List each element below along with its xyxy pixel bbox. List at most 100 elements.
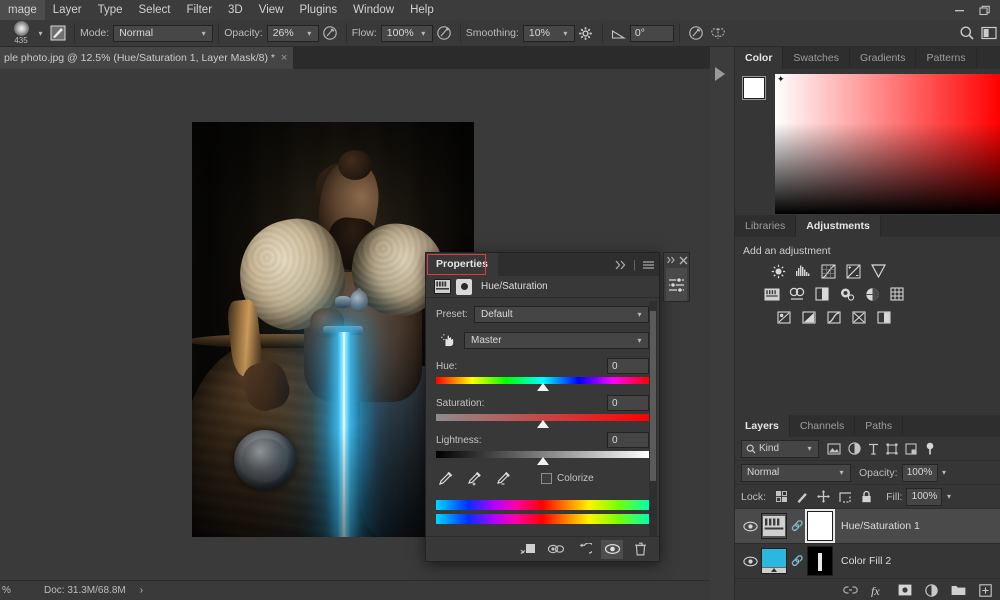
menu-item-select[interactable]: Select <box>131 0 179 20</box>
layer-thumbnail-adjustment[interactable] <box>761 513 787 539</box>
properties-floating-panel[interactable]: Properties | Hue/Saturation Preset: Defa… <box>425 252 660 562</box>
eyedropper-add-icon[interactable] <box>467 470 483 486</box>
color-lookup-icon[interactable] <box>888 286 906 302</box>
menu-item-filter[interactable]: Filter <box>178 0 220 20</box>
pressure-opacity-toggle-icon[interactable] <box>319 23 341 44</box>
shape-filter-icon[interactable] <box>886 443 898 455</box>
close-icon[interactable] <box>679 256 688 265</box>
chevron-down-icon[interactable]: ▾ <box>942 492 955 501</box>
view-previous-state-icon[interactable] <box>545 540 567 559</box>
channel-mixer-icon[interactable] <box>863 286 881 302</box>
tab-properties[interactable]: Properties <box>426 253 498 276</box>
new-adjustment-icon[interactable] <box>925 583 938 597</box>
eyedropper-icon[interactable] <box>438 470 454 486</box>
add-mask-icon[interactable] <box>898 584 912 596</box>
new-group-icon[interactable] <box>951 584 966 596</box>
on-image-adjustment-hand-icon[interactable] <box>436 332 458 349</box>
airbrush-toggle-icon[interactable] <box>433 23 455 44</box>
new-layer-icon[interactable] <box>979 583 992 597</box>
adjustment-filter-icon[interactable] <box>848 442 861 455</box>
close-icon[interactable]: × <box>281 52 287 64</box>
menu-item-window[interactable]: Window <box>345 0 402 20</box>
menu-item-type[interactable]: Type <box>90 0 131 20</box>
hue-value[interactable]: 0 <box>607 358 649 374</box>
mask-link-icon[interactable]: 🔗 <box>791 556 803 567</box>
layer-visibility-toggle-icon[interactable] <box>739 556 761 567</box>
clip-to-layer-icon[interactable] <box>517 540 539 559</box>
smart-object-filter-icon[interactable] <box>905 442 917 455</box>
tab-layers[interactable]: Layers <box>735 415 790 437</box>
brush-settings-panel-icon[interactable] <box>47 23 69 44</box>
hue-saturation-icon[interactable] <box>763 286 781 302</box>
dock-collapse-column[interactable] <box>710 47 735 600</box>
levels-icon[interactable] <box>794 263 812 279</box>
color-balance-icon[interactable] <box>788 286 806 302</box>
toggle-visibility-icon[interactable] <box>601 539 623 559</box>
tab-channels[interactable]: Channels <box>789 415 856 437</box>
minimize-button[interactable] <box>946 0 972 20</box>
menu-item-3d[interactable]: 3D <box>220 0 251 20</box>
saturation-value[interactable]: 0 <box>607 395 649 411</box>
lock-image-pixels-icon[interactable] <box>796 491 808 503</box>
layer-thumbnail-color-fill[interactable] <box>761 548 787 574</box>
vibrance-icon[interactable] <box>869 263 887 279</box>
layer-visibility-toggle-icon[interactable] <box>739 521 761 532</box>
eyedropper-subtract-icon[interactable] <box>496 470 512 486</box>
properties-scrollbar[interactable] <box>649 301 657 536</box>
brush-angle-input[interactable]: 0° <box>629 24 674 42</box>
reset-icon[interactable] <box>573 540 595 559</box>
layer-style-fx-icon[interactable]: fx <box>871 584 885 597</box>
layer-blend-mode-select[interactable]: Normal ▾ <box>741 463 851 482</box>
curves-icon[interactable] <box>819 263 837 279</box>
restore-button[interactable] <box>972 0 998 20</box>
expand-panels-arrow-icon[interactable] <box>715 67 725 81</box>
invert-icon[interactable] <box>775 309 793 325</box>
lightness-value[interactable]: 0 <box>607 432 649 448</box>
symmetry-butterfly-icon[interactable] <box>707 23 729 44</box>
brush-angle-icon[interactable] <box>608 23 630 44</box>
chevron-down-icon[interactable]: ▾ <box>938 468 951 477</box>
menu-item-help[interactable]: Help <box>402 0 442 20</box>
colorize-checkbox-group[interactable]: Colorize <box>541 472 594 484</box>
menu-item-view[interactable]: View <box>251 0 292 20</box>
brightness-contrast-icon[interactable] <box>769 263 787 279</box>
saturation-slider-track[interactable] <box>436 414 649 428</box>
tab-gradients[interactable]: Gradients <box>849 47 917 69</box>
type-filter-icon[interactable] <box>868 443 879 455</box>
lightness-slider-track[interactable] <box>436 451 649 465</box>
delete-icon[interactable] <box>629 540 651 559</box>
properties-detached-controls[interactable] <box>663 252 690 302</box>
tab-adjustments[interactable]: Adjustments <box>796 215 881 237</box>
smoothing-input[interactable]: 10% ▾ <box>522 24 575 42</box>
collapse-icon[interactable] <box>666 256 676 264</box>
hue-slider-track[interactable] <box>436 377 649 391</box>
lock-artboard-icon[interactable] <box>839 491 852 503</box>
document-tab[interactable]: ple photo.jpg @ 12.5% (Hue/Saturation 1,… <box>0 47 294 69</box>
foreground-color-swatch[interactable] <box>742 76 766 100</box>
threshold-icon[interactable] <box>825 309 843 325</box>
flow-input[interactable]: 100% ▾ <box>380 24 433 42</box>
symmetry-pressure-icon[interactable] <box>685 23 707 44</box>
collapse-panel-icon[interactable] <box>614 260 627 270</box>
color-ramp[interactable] <box>775 74 1000 214</box>
pixel-filter-icon[interactable] <box>827 442 841 455</box>
spectrum-bar-bottom[interactable] <box>436 514 649 524</box>
colorize-checkbox[interactable] <box>541 472 552 484</box>
brush-preset-preview[interactable]: 435 <box>8 21 34 45</box>
tab-swatches[interactable]: Swatches <box>783 47 850 69</box>
properties-scrollbar-thumb[interactable] <box>650 311 656 481</box>
lock-all-icon[interactable] <box>861 490 872 503</box>
saturation-slider-thumb[interactable] <box>536 420 549 428</box>
status-zoom-value[interactable]: % <box>0 585 34 596</box>
link-layers-icon[interactable] <box>843 585 858 595</box>
menu-item-plugins[interactable]: Plugins <box>291 0 345 20</box>
layer-row-hue-saturation-1[interactable]: 🔗 Hue/Saturation 1 <box>735 509 1000 544</box>
lock-transparent-pixels-icon[interactable] <box>776 491 788 502</box>
opacity-input[interactable]: 26% ▾ <box>266 24 319 42</box>
smoothing-options-gear-icon[interactable] <box>575 23 597 44</box>
panel-menu-icon[interactable] <box>642 260 655 270</box>
preset-select[interactable]: Default ▾ <box>474 306 649 323</box>
layer-row-color-fill-2[interactable]: 🔗 Color Fill 2 <box>735 544 1000 579</box>
search-icon[interactable] <box>956 23 978 44</box>
tab-patterns[interactable]: Patterns <box>916 47 977 69</box>
